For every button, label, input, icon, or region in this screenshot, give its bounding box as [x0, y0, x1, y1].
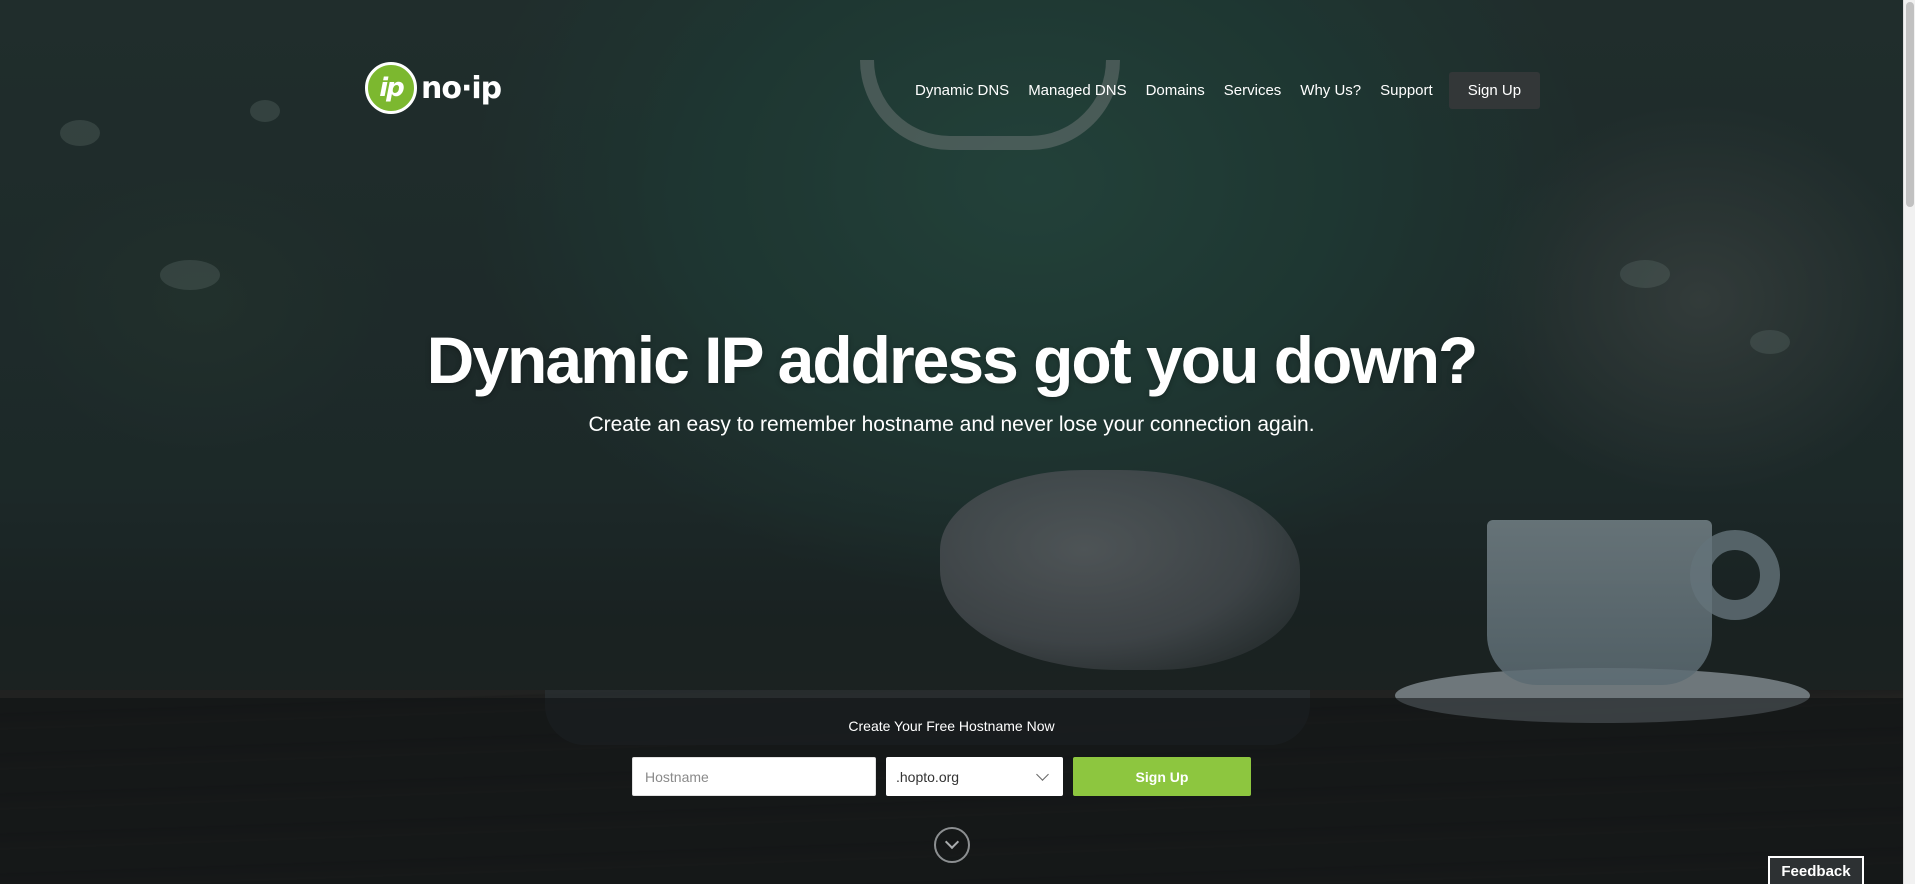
hero-headline: Dynamic IP address got you down?: [426, 323, 1479, 397]
nav-dynamic-dns[interactable]: Dynamic DNS: [915, 82, 1009, 99]
feedback-tab[interactable]: Feedback: [1768, 856, 1864, 884]
signup-title: Create Your Free Hostname Now: [848, 718, 1055, 734]
site-logo[interactable]: ip no·ip: [365, 62, 502, 114]
chevron-down-icon: [944, 834, 960, 850]
scroll-down-button[interactable]: [934, 827, 970, 863]
nav-why-us[interactable]: Why Us?: [1300, 82, 1361, 99]
nav-domains[interactable]: Domains: [1146, 82, 1205, 99]
nav-services[interactable]: Services: [1224, 82, 1282, 99]
domain-select[interactable]: .hopto.org: [886, 757, 1063, 796]
logo-mark-icon: ip: [365, 62, 417, 114]
nav-managed-dns[interactable]: Managed DNS: [1028, 82, 1126, 99]
main-nav: Dynamic DNS Managed DNS Domains Services…: [915, 71, 1541, 109]
scrollbar-thumb[interactable]: [1906, 2, 1914, 207]
nav-support[interactable]: Support: [1380, 82, 1433, 99]
domain-select-value: .hopto.org: [896, 768, 960, 785]
logo-text: no·ip: [421, 70, 502, 106]
hero-subhead: Create an easy to remember hostname and …: [588, 413, 1315, 436]
hostname-input[interactable]: [632, 757, 876, 796]
chevron-down-icon: [1036, 767, 1049, 781]
page-scrollbar[interactable]: [1903, 0, 1915, 884]
nav-signup-button[interactable]: Sign Up: [1448, 71, 1541, 109]
signup-submit-button[interactable]: Sign Up: [1073, 757, 1251, 796]
